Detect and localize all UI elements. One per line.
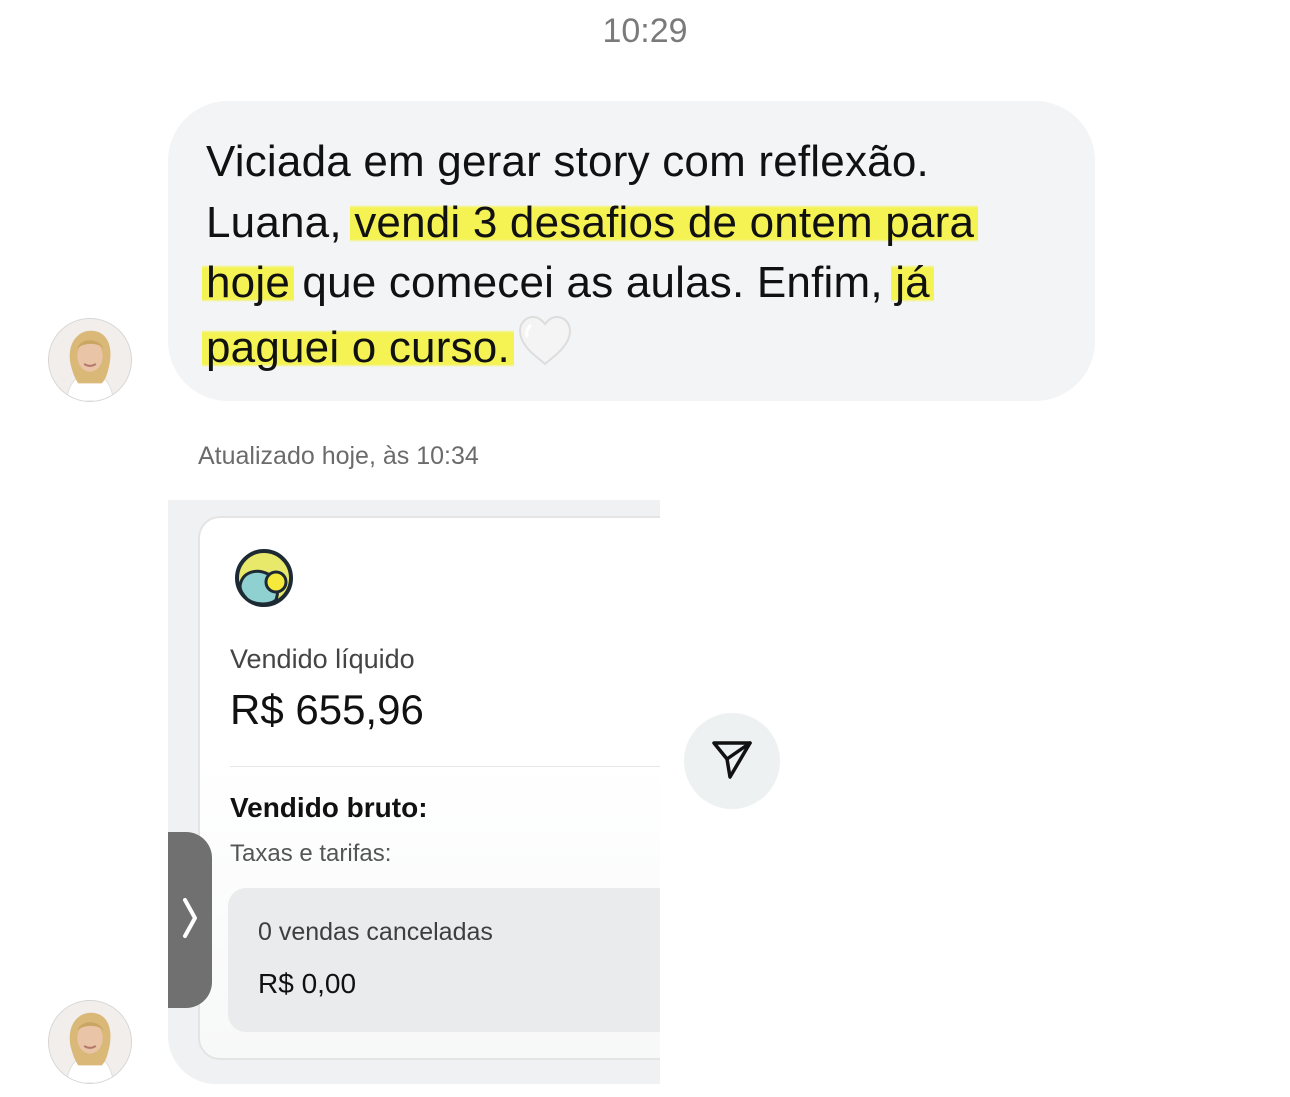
message-text: Viciada em gerar story com reflexão. Lua… [202, 132, 1076, 385]
highlight-already: já [891, 258, 934, 307]
expand-handle[interactable] [168, 832, 212, 1008]
sales-summary-card: Vendido líquido R$ 655,96 Vendido bruto:… [198, 516, 660, 1060]
cancelled-sales-box: 0 vendas canceladas R$ 0,00 [228, 888, 660, 1032]
gross-sales-label: Vendido bruto: [230, 792, 428, 823]
circles-logo-icon [234, 548, 294, 613]
cancelled-sales-value: R$ 0,00 [258, 968, 357, 999]
fees-label: Taxas e tarifas: [230, 840, 392, 867]
avatar-photo [49, 1001, 131, 1083]
net-sales-value: R$ 655,96 [230, 686, 424, 733]
paper-plane-icon [710, 737, 754, 786]
cancelled-sales-count: 0 vendas canceladas [258, 918, 493, 946]
highlight-sold-challenges: vendi 3 desafios de ontem para [350, 197, 979, 247]
highlight-today: hoje [202, 258, 294, 307]
updated-label: Atualizado hoje, às 10:34 [198, 442, 479, 470]
avatar-photo [49, 319, 131, 401]
message-line-1: Viciada em gerar story com reflexão. [206, 137, 929, 186]
highlight-paid-course: paguei o curso. [202, 322, 514, 372]
message-line-2-prefix: Luana, [206, 197, 355, 247]
avatar[interactable] [48, 318, 132, 402]
white-heart-icon [516, 314, 574, 385]
shared-screenshot[interactable]: Vendido líquido R$ 655,96 Vendido bruto:… [168, 500, 660, 1084]
net-sales-label: Vendido líquido [230, 644, 415, 674]
share-button[interactable] [684, 713, 780, 809]
chat-timestamp: 10:29 [602, 12, 688, 50]
divider [230, 766, 660, 767]
chevron-right-icon [180, 896, 200, 945]
message-middle-text: que comecei as aulas. Enfim, [290, 258, 896, 307]
avatar[interactable] [48, 1000, 132, 1084]
